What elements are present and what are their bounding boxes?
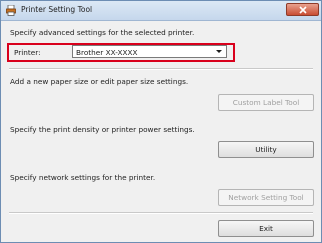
printer-label: Printer: <box>14 48 41 57</box>
separator <box>9 68 313 70</box>
network-settings-text: Specify network settings for the printer… <box>10 173 156 182</box>
utility-button[interactable]: Utility <box>218 141 314 158</box>
printer-select[interactable]: Brother XX-XXXX <box>72 45 227 58</box>
network-setting-tool-button[interactable]: Network Setting Tool <box>218 189 314 206</box>
paper-size-text: Add a new paper size or edit paper size … <box>10 77 189 86</box>
dropdown-arrow-icon <box>216 50 222 53</box>
close-icon <box>299 6 307 14</box>
printer-setting-tool-window: Printer Setting Tool Specify advanced se… <box>0 0 322 243</box>
printer-icon <box>6 4 16 16</box>
title-bar[interactable]: Printer Setting Tool <box>1 1 321 21</box>
print-density-text: Specify the print density or printer pow… <box>10 125 195 134</box>
separator <box>9 212 313 214</box>
exit-button[interactable]: Exit <box>218 220 314 237</box>
printer-select-value: Brother XX-XXXX <box>76 48 138 57</box>
custom-label-tool-button[interactable]: Custom Label Tool <box>218 94 314 111</box>
window-title: Printer Setting Tool <box>21 5 93 14</box>
intro-text: Specify advanced settings for the select… <box>10 28 195 37</box>
close-button[interactable] <box>286 3 319 16</box>
